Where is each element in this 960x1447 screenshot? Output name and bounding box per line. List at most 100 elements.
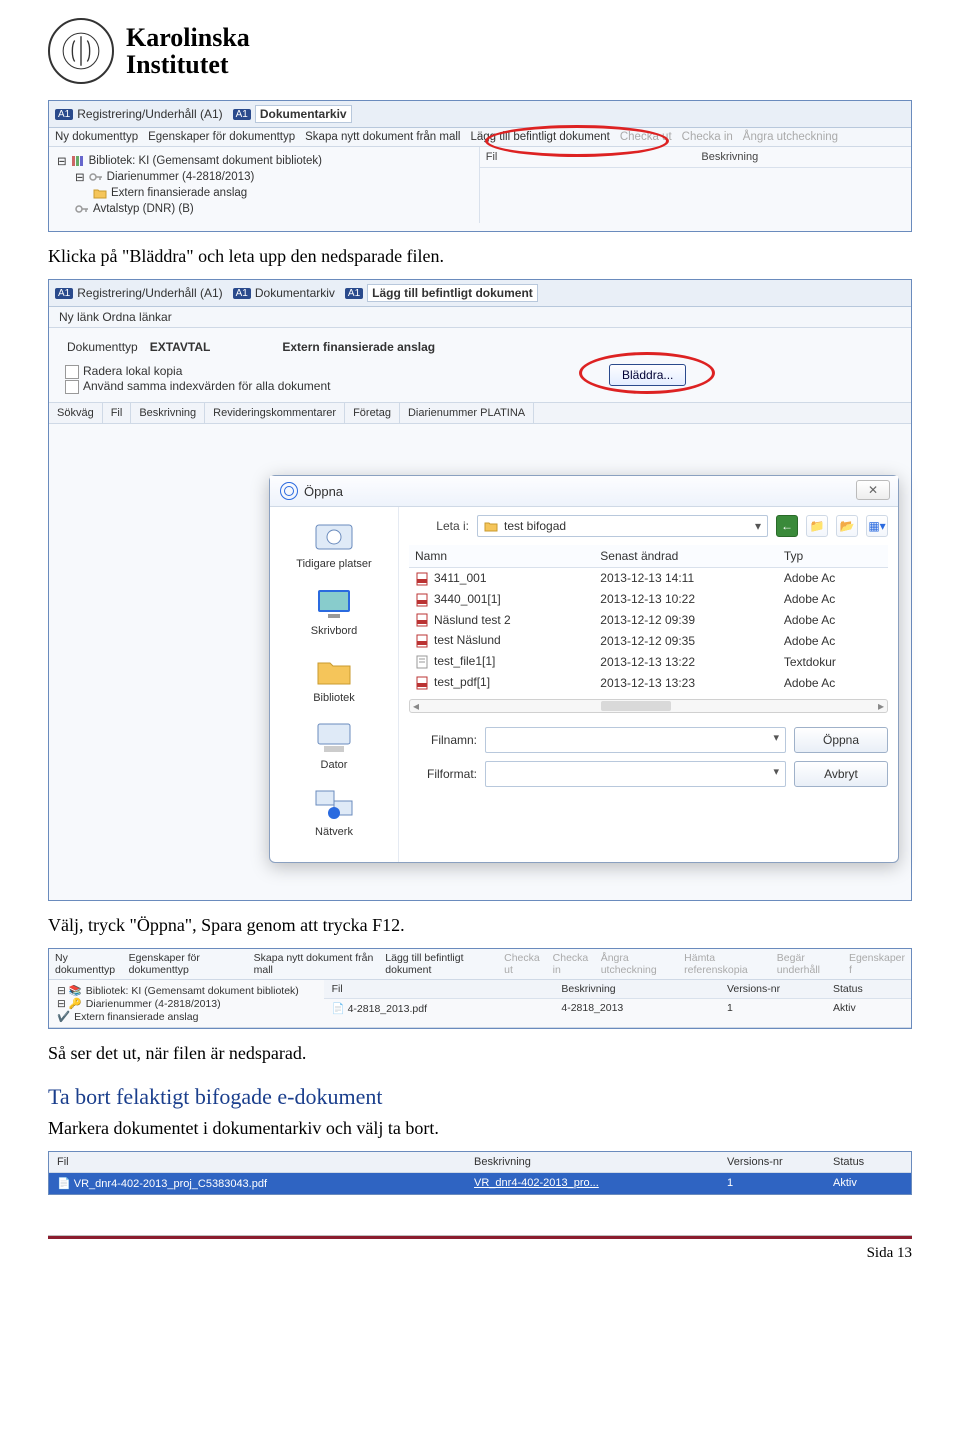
section-heading: Ta bort felaktigt bifogade e-dokument bbox=[48, 1084, 912, 1110]
dialog-body: Tidigare platser Skrivbord Bibliotek Dat… bbox=[270, 507, 898, 862]
chk-indexvarden[interactable] bbox=[65, 380, 79, 394]
filnamn-combo[interactable] bbox=[485, 727, 786, 753]
ss3c-status: Status bbox=[825, 980, 911, 998]
back-icon[interactable]: ← bbox=[776, 515, 798, 537]
filformat-label: Filformat: bbox=[409, 767, 477, 781]
place-computer[interactable]: Dator bbox=[276, 718, 392, 771]
ss3-tree-anslag[interactable]: ✔️ Extern finansierade anslag bbox=[57, 1010, 316, 1023]
ss4-selected-row[interactable]: 📄 VR_dnr4-402-2013_proj_C5383043.pdf VR_… bbox=[49, 1173, 911, 1194]
ss3-body: ⊟ 📚 Bibliotek: KI (Gemensamt dokument bi… bbox=[49, 980, 911, 1028]
file-row[interactable]: 3411_0012013-12-13 14:11Adobe Ac bbox=[409, 568, 888, 589]
doc-info: Dokumenttyp EXTAVTAL Extern finansierade… bbox=[49, 328, 911, 402]
instruction-3: Så ser det ut, när filen är nedsparad. bbox=[48, 1043, 912, 1064]
globe-icon bbox=[280, 482, 298, 500]
tree-panel: ⊟ Bibliotek: KI (Gemensamt dokument bibl… bbox=[49, 147, 911, 223]
document-page: Karolinska Institutet A1Registrering/Und… bbox=[0, 0, 960, 1292]
m-checkain: Checka in bbox=[553, 952, 594, 976]
subtoolbar: Ny länk Ordna länkar bbox=[49, 307, 911, 328]
filnamn-label: Filnamn: bbox=[409, 733, 477, 747]
chk-radera[interactable] bbox=[65, 365, 79, 379]
pdf-icon bbox=[415, 572, 429, 586]
filformat-combo[interactable] bbox=[485, 761, 786, 787]
cancel-button[interactable]: Avbryt bbox=[794, 761, 888, 787]
nav-icons: ← 📁 📂 ▦▾ bbox=[776, 515, 888, 537]
ss3c-besk: Beskrivning bbox=[553, 980, 719, 998]
dialog-close-button[interactable]: ✕ bbox=[856, 480, 890, 500]
tab2-registrering[interactable]: A1Registrering/Underhåll (A1) bbox=[55, 286, 223, 300]
new-folder-icon[interactable]: 📂 bbox=[836, 515, 858, 537]
tab-registrering[interactable]: A1Registrering/Underhåll (A1) bbox=[55, 107, 223, 121]
leta-combo[interactable]: test bifogad ▾ bbox=[477, 515, 768, 537]
col-typ[interactable]: Typ bbox=[778, 545, 888, 568]
institution-line2: Institutet bbox=[126, 51, 250, 78]
folder-tree: ⊟ Bibliotek: KI (Gemensamt dokument bibl… bbox=[49, 147, 480, 223]
views-icon[interactable]: ▦▾ bbox=[866, 515, 888, 537]
file-row[interactable]: test_pdf[1]2013-12-13 13:23Adobe Ac bbox=[409, 672, 888, 693]
tab-dokumentarkiv[interactable]: A1Dokumentarkiv bbox=[233, 105, 352, 123]
doc-type-desc: Extern finansierade anslag bbox=[282, 340, 435, 354]
m-ny[interactable]: Ny dokumenttyp bbox=[55, 952, 122, 976]
highlight-oval-2 bbox=[579, 352, 715, 394]
pdf-icon: 📄 bbox=[57, 1178, 71, 1190]
page-number: Sida 13 bbox=[48, 1245, 912, 1262]
tab-bar: A1Registrering/Underhåll (A1) A1Dokument… bbox=[49, 101, 911, 128]
instruction-1: Klicka på "Bläddra" och leta upp den ned… bbox=[48, 246, 912, 267]
header-logo: Karolinska Institutet bbox=[48, 18, 912, 84]
m-hamta: Hämta referenskopia bbox=[684, 952, 770, 976]
file-row[interactable]: test_file1[1]2013-12-13 13:22Textdokur bbox=[409, 651, 888, 672]
gh-sokvag: Sökväg bbox=[49, 403, 103, 423]
tree-extern-anslag[interactable]: Extern finansierade anslag bbox=[57, 185, 471, 201]
ss3-row[interactable]: 📄 4-2818_2013.pdf 4-2818_2013 1 Aktiv bbox=[324, 999, 911, 1018]
ss4c-fil: Fil bbox=[49, 1152, 466, 1172]
tree-bibliotek[interactable]: ⊟ Bibliotek: KI (Gemensamt dokument bibl… bbox=[57, 153, 471, 169]
screenshot-open-dialog: A1Registrering/Underhåll (A1) A1Dokument… bbox=[48, 279, 912, 901]
menu-skapa-nytt[interactable]: Skapa nytt dokument från mall bbox=[305, 131, 460, 143]
h-scrollbar[interactable]: ◂▸ bbox=[409, 699, 888, 713]
up-icon[interactable]: 📁 bbox=[806, 515, 828, 537]
menu-checka-in: Checka in bbox=[682, 131, 733, 143]
pdf-icon bbox=[415, 593, 429, 607]
open-file-dialog: Öppna ✕ Tidigare platser Skrivbord Bibli… bbox=[269, 475, 899, 863]
tab2-dokumentarkiv[interactable]: A1Dokumentarkiv bbox=[233, 286, 335, 300]
menu-egenskaper[interactable]: Egenskaper för dokumenttyp bbox=[148, 131, 295, 143]
screenshot-dokumentarkiv: A1Registrering/Underhåll (A1) A1Dokument… bbox=[48, 100, 912, 232]
tree-avtalstyp[interactable]: Avtalstyp (DNR) (B) bbox=[57, 201, 471, 217]
ss3c-fil: Fil bbox=[324, 980, 554, 998]
leta-label: Leta i: bbox=[409, 519, 469, 533]
tab2-lagg-till[interactable]: A1Lägg till befintligt dokument bbox=[345, 284, 538, 302]
tree-diarienummer[interactable]: ⊟ Diarienummer (4-2818/2013) bbox=[57, 169, 471, 185]
place-libraries[interactable]: Bibliotek bbox=[276, 651, 392, 704]
place-network[interactable]: Nätverk bbox=[276, 785, 392, 838]
pdf-icon bbox=[415, 613, 429, 627]
ss3-tree-diarie[interactable]: ⊟ 🔑 Diarienummer (4-2818/2013) bbox=[57, 997, 316, 1010]
m-skapa[interactable]: Skapa nytt dokument från mall bbox=[254, 952, 379, 976]
folder-icon bbox=[93, 186, 107, 200]
col-senast[interactable]: Senast ändrad bbox=[594, 545, 778, 568]
key-icon bbox=[75, 202, 89, 216]
file-row[interactable]: Näslund test 22013-12-12 09:39Adobe Ac bbox=[409, 610, 888, 631]
doc-type-label: Dokumenttyp bbox=[67, 338, 148, 356]
ss3-menubar: Ny dokumenttyp Egenskaper för dokumentty… bbox=[49, 949, 911, 980]
instruction-4: Markera dokumentet i dokumentarkiv och v… bbox=[48, 1118, 912, 1139]
ss4c-besk: Beskrivning bbox=[466, 1152, 719, 1172]
menu-ny-dokumenttyp[interactable]: Ny dokumenttyp bbox=[55, 131, 138, 143]
file-row[interactable]: 3440_001[1]2013-12-13 10:22Adobe Ac bbox=[409, 589, 888, 610]
ss3c-ver: Versions-nr bbox=[719, 980, 825, 998]
col-namn[interactable]: Namn bbox=[409, 545, 594, 568]
m-begar: Begär underhåll bbox=[777, 952, 842, 976]
m-lagg[interactable]: Lägg till befintligt dokument bbox=[385, 952, 497, 976]
file-list: Namn Senast ändrad Typ 3411_0012013-12-1… bbox=[409, 545, 888, 693]
footer-rule bbox=[48, 1235, 912, 1239]
file-row[interactable]: test Näslund2013-12-12 09:35Adobe Ac bbox=[409, 630, 888, 651]
place-desktop[interactable]: Skrivbord bbox=[276, 584, 392, 637]
place-recent[interactable]: Tidigare platser bbox=[276, 517, 392, 570]
ss4c-status: Status bbox=[825, 1152, 911, 1172]
gh-fil: Fil bbox=[103, 403, 132, 423]
ss3-tree-bibliotek[interactable]: ⊟ 📚 Bibliotek: KI (Gemensamt dokument bi… bbox=[57, 984, 316, 997]
gh-foretag: Företag bbox=[345, 403, 400, 423]
gh-diarienummer: Diarienummer PLATINA bbox=[400, 403, 534, 423]
col-beskrivning: Beskrivning bbox=[695, 147, 911, 168]
text-icon bbox=[415, 655, 429, 669]
m-egenskaper[interactable]: Egenskaper för dokumenttyp bbox=[129, 952, 247, 976]
open-button[interactable]: Öppna bbox=[794, 727, 888, 753]
